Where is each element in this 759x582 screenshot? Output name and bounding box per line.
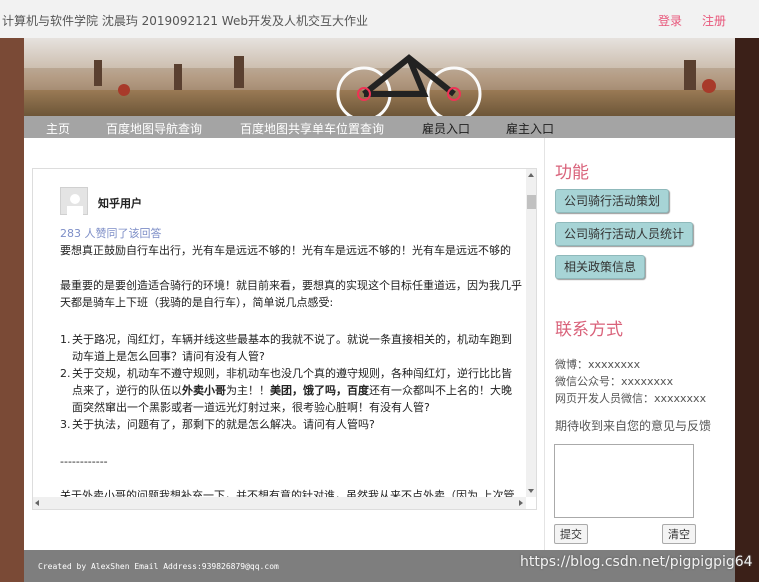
scroll-right-arrow-icon[interactable] — [519, 500, 523, 506]
bicycle-icon — [94, 54, 716, 116]
embedded-article-frame[interactable]: 知乎用户 283 人赞同了该回答 要想真正鼓励自行车出行，光有车是远远不够的！光… — [32, 168, 537, 510]
contact-developer-wechat: 网页开发人员微信：xxxxxxxx — [555, 392, 707, 405]
scroll-up-arrow-icon[interactable] — [528, 173, 534, 177]
nav-home[interactable]: 主页 — [46, 120, 70, 137]
list-item-3-line-1: 3. 关于执法，问题有了，那剩下的就是怎么解决。请问有人管吗? — [60, 418, 375, 431]
contact-wechat-public: 微信公众号：xxxxxxxx — [555, 375, 674, 388]
site-title: 计算机与软件学院 沈晨玙 2019092121 Web开发及人机交互大作业 — [2, 14, 368, 28]
feedback-input[interactable] — [554, 444, 694, 518]
list-item-2-line-2: 点来了，逆行的队伍以外卖小哥为主！！美团，饿了吗，百度还有一众都叫不上名的！大晚 — [72, 384, 512, 397]
login-link[interactable]: 登录 — [658, 12, 682, 29]
author-name[interactable]: 知乎用户 — [98, 195, 142, 211]
feedback-label: 期待收到来自您的意见与反馈 — [555, 419, 712, 433]
paragraph-2-line-2: 天都是骑车上下班（我骑的是自行车），简单说几点感受: — [60, 296, 334, 309]
scroll-left-arrow-icon[interactable] — [35, 500, 39, 506]
vertical-scrollbar[interactable] — [526, 169, 536, 497]
page-frame-left — [0, 38, 24, 582]
nav-employer-entry[interactable]: 雇主入口 — [506, 120, 554, 137]
contact-weibo: 微博：xxxxxxxx — [555, 358, 641, 371]
list-item-1-line-1: 1. 关于路况，闯红灯，车辆并线这些最基本的我就不说了。就说一条直接相关的，机动车… — [60, 333, 512, 346]
main-content: 知乎用户 283 人赞同了该回答 要想真正鼓励自行车出行，光有车是远远不够的！光… — [24, 138, 735, 550]
sidebar: 功能 公司骑行活动策划 公司骑行活动人员统计 相关政策信息 联系方式 微博：xx… — [544, 138, 735, 550]
list-item-2-line-1: 2. 关于交规，机动车不遵守规则，非机动车也没几个真的遵守规则，各种闯红灯，逆行比… — [60, 367, 512, 380]
horizontal-scrollbar[interactable] — [33, 497, 526, 509]
page-frame-right — [735, 38, 759, 582]
main-nav: 主页 百度地图导航查询 百度地图共享单车位置查询 雇员入口 雇主入口 — [24, 116, 735, 138]
paragraph-partial: 关于外卖小哥的问题我想补充一下，并不想有意的针对谁，虽然我从来不点外卖（因为 上… — [60, 489, 515, 497]
watermark: https://blog.csdn.net/pigpigpig64 — [520, 554, 753, 570]
paragraph-1: 要想真正鼓励自行车出行，光有车是远远不够的！光有车是远远不够的！光有车是远远不够… — [60, 244, 511, 257]
nav-employee-entry[interactable]: 雇员入口 — [422, 120, 470, 137]
nav-baidu-map-navigation[interactable]: 百度地图导航查询 — [106, 120, 202, 137]
list-item-2-line-3: 面突然窜出一个黑影或者一道远光灯射过来，很考验心脏啊！有没有人管? — [72, 401, 430, 414]
activity-planning-button[interactable]: 公司骑行活动策划 — [555, 189, 670, 213]
top-bar: 计算机与软件学院 沈晨玙 2019092121 Web开发及人机交互大作业 登录… — [0, 0, 759, 38]
avatar — [60, 187, 88, 216]
nav-baidu-map-bike-location[interactable]: 百度地图共享单车位置查询 — [240, 120, 384, 137]
paragraph-2-line-1: 最重要的是要创造适合骑行的环境！就目前来看，要想真的实现这个目标任重道远，因为我… — [60, 279, 522, 292]
user-icon — [67, 194, 83, 216]
scroll-down-arrow-icon[interactable] — [528, 489, 534, 493]
banner-image — [24, 38, 735, 116]
functions-title: 功能 — [555, 163, 589, 183]
vertical-scroll-thumb[interactable] — [527, 195, 536, 209]
submit-button[interactable]: 提交 — [554, 524, 588, 544]
register-link[interactable]: 注册 — [702, 12, 726, 29]
footer-text: Created by AlexShen Email Address:939826… — [38, 562, 279, 571]
list-item-1-line-2: 动车道上是怎么回事？请问有没有人管? — [72, 350, 265, 363]
policy-info-button[interactable]: 相关政策信息 — [555, 255, 646, 279]
article-body: 知乎用户 283 人赞同了该回答 要想真正鼓励自行车出行，光有车是远远不够的！光… — [58, 169, 526, 497]
contact-title: 联系方式 — [555, 320, 623, 340]
separator-line: ------------ — [60, 455, 108, 468]
vote-count: 283 人赞同了该回答 — [60, 227, 162, 240]
activity-stats-button[interactable]: 公司骑行活动人员统计 — [555, 222, 694, 246]
clear-button[interactable]: 清空 — [662, 524, 696, 544]
